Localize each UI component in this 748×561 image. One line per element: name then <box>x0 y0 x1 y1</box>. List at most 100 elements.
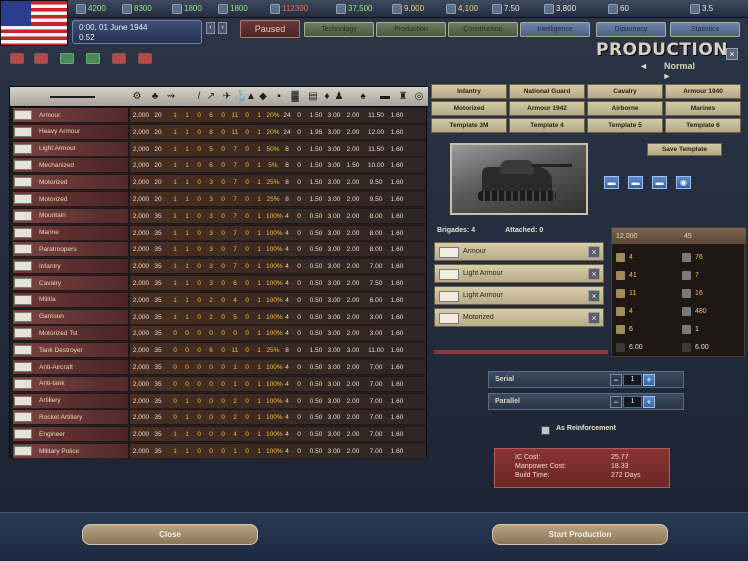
hard-attack-header-icon[interactable]: ↗ <box>206 91 216 103</box>
category-button[interactable]: Template 6 <box>665 118 741 133</box>
table-row[interactable]: Rocket Artillery 2,000 35 0 1 0 0 0 2 0 1 100% 4 0 0.5… <box>10 409 428 427</box>
table-row[interactable]: Engineer 2,000 35 1 1 0 0 0 4 0 1 100% 4 0 0.50 3.00 2.0… <box>10 426 428 443</box>
stat-cell: 35 <box>154 296 162 304</box>
upkeep-header-icon[interactable]: ♠ <box>358 91 368 103</box>
save-template-button[interactable]: Save Template <box>647 143 722 156</box>
time-header-icon[interactable]: ♣ <box>150 91 160 103</box>
next-arrow-icon[interactable]: ► <box>663 71 672 81</box>
category-button[interactable]: Motorized <box>431 101 507 116</box>
brigade-slot[interactable]: Light Armour × <box>434 286 604 305</box>
filter-icon-6[interactable] <box>138 53 152 64</box>
remove-icon[interactable]: × <box>588 312 600 324</box>
close-icon[interactable]: × <box>726 48 738 60</box>
minus-icon[interactable]: ▬ <box>652 176 667 189</box>
brigade-slot[interactable]: Motorized × <box>434 308 604 327</box>
divider <box>434 350 608 354</box>
stat-cell: 0 <box>297 448 301 455</box>
table-row[interactable]: Cavalry 2,000 35 1 1 0 3 0 6 0 1 100% 4 0 0.50 3.00 2.00… <box>10 275 428 292</box>
tab-technology[interactable]: Technology <box>304 22 374 37</box>
info-header-icon[interactable]: ◎ <box>414 91 424 103</box>
brigade-slot[interactable]: Armour × <box>434 242 604 261</box>
remove-icon[interactable]: × <box>588 290 600 302</box>
remove-icon[interactable]: × <box>588 246 600 258</box>
category-button[interactable]: Infantry <box>431 84 507 99</box>
stat-cell: 1 <box>257 330 261 338</box>
table-row[interactable]: Infantry 2,000 35 1 1 0 3 0 7 0 1 100% 4 0 0.50 3.00 2.0… <box>10 258 428 275</box>
table-row[interactable]: Motorized Tst 2,000 35 0 0 0 0 0 0 0 1 100% 4 0 0.50 3.… <box>10 325 428 343</box>
ammo-header-icon[interactable]: ▬ <box>380 91 390 103</box>
filter-icon-2[interactable] <box>34 53 48 64</box>
table-row[interactable]: Heavy Armour 2,000 20 1 1 0 8 0 11 0 1 20% 24 0 1.95 3.… <box>10 124 428 141</box>
country-flag[interactable] <box>0 0 68 46</box>
table-row[interactable]: Garrison 2,000 35 1 1 0 2 0 5 0 1 100% 4 0 0.50 3.00 2.0… <box>10 309 428 326</box>
fuel-header-icon[interactable]: ♦ <box>322 91 332 103</box>
paused-button[interactable]: Paused <box>240 20 300 38</box>
table-row[interactable]: Mountain 2,000 35 1 1 0 3 0 7 0 1 100% 4 0 0.50 3.00 2.0… <box>10 208 428 225</box>
decrease-button[interactable]: − <box>610 374 622 386</box>
category-button[interactable]: Cavalry <box>587 84 663 99</box>
prev-arrow-icon[interactable]: ◄ <box>639 61 648 71</box>
manpower-header-icon[interactable]: ♟ <box>334 91 344 103</box>
minus-icon[interactable]: ▬ <box>628 176 643 189</box>
globe-icon[interactable]: ◉ <box>676 176 691 189</box>
as-reinforcement-checkbox[interactable] <box>541 426 550 435</box>
increase-button[interactable]: + <box>643 374 655 386</box>
speed-down-button[interactable]: ‹ <box>206 22 215 34</box>
production-screen: { "top_bar": { "resources": [ {"label": … <box>0 0 748 561</box>
org-header-icon[interactable]: ♜ <box>398 91 408 103</box>
stat-cell: 0.50 <box>309 431 323 439</box>
table-row[interactable]: Military Police 2,000 35 1 1 0 0 0 1 0 1 100% 4 0 0.50… <box>10 443 428 460</box>
soft-attack-header-icon[interactable]: / <box>194 91 204 103</box>
defense-header-icon[interactable]: ▲ <box>246 91 256 103</box>
unit-type-icon <box>14 177 32 188</box>
supply-header-icon[interactable]: ▤ <box>308 91 318 103</box>
air-attack-header-icon[interactable]: ✈ <box>222 91 232 103</box>
tab-production[interactable]: Production <box>376 22 446 37</box>
decrease-button[interactable]: − <box>610 396 622 408</box>
table-row[interactable]: Motorized 2,000 20 1 1 0 3 0 7 0 1 25% 8 0 1.50 3.00 2.0… <box>10 174 428 191</box>
filter-icon-3[interactable] <box>60 53 74 64</box>
naval-attack-header-icon[interactable]: ⚓ <box>234 91 246 103</box>
category-button[interactable]: Template 4 <box>509 118 585 133</box>
tab-construction[interactable]: Construction <box>448 22 518 37</box>
speed-up-button[interactable]: › <box>218 22 227 34</box>
table-row[interactable]: Tank Destroyer 2,000 35 0 0 0 6 0 11 0 1 25% 8 0 1.50 3… <box>10 342 428 359</box>
category-button[interactable]: Armour 1940 <box>665 84 741 99</box>
tab-statistics[interactable]: Statistics <box>670 22 740 37</box>
table-row[interactable]: Militia 2,000 35 1 1 0 2 0 4 0 1 100% 4 0 0.50 3.00 2.00… <box>10 292 428 309</box>
category-button[interactable]: Template 5 <box>587 118 663 133</box>
table-row[interactable]: Marine 2,000 35 1 1 0 3 0 7 0 1 100% 4 0 0.50 3.00 2.00 8… <box>10 225 428 242</box>
unit-stats: 2,000 35 0 0 0 6 0 11 0 1 25% 8 0 1.50 3.00 3.00 11.00 1.… <box>130 343 426 358</box>
cost-header-icon[interactable]: ⚙ <box>132 91 142 103</box>
increase-button[interactable]: + <box>643 396 655 408</box>
tab-intelligence[interactable]: Intelligence <box>520 22 590 37</box>
category-button[interactable]: Airborne <box>587 101 663 116</box>
table-row[interactable]: Mechanized 2,000 20 1 1 0 6 0 7 0 1 5% 8 0 1.50 3.00 1.5… <box>10 157 428 175</box>
minus-icon[interactable]: ▬ <box>604 176 619 189</box>
category-button[interactable]: Armour 1942 <box>509 101 585 116</box>
filter-icon-4[interactable] <box>86 53 100 64</box>
tab-diplomacy[interactable]: Diplomacy <box>596 22 666 37</box>
category-button[interactable]: National Guard <box>509 84 585 99</box>
softness-header-icon[interactable]: ▪ <box>274 91 284 103</box>
table-row[interactable]: Light Armour 2,000 20 1 1 0 5 0 7 0 1 50% 8 0 1.50 3.00… <box>10 141 428 158</box>
brigade-slot[interactable]: Light Armour × <box>434 264 604 283</box>
category-button[interactable]: Template 3M <box>431 118 507 133</box>
start-production-button[interactable]: Start Production <box>492 524 668 545</box>
category-button[interactable]: Marines <box>665 101 741 116</box>
filter-icon-1[interactable] <box>10 53 24 64</box>
stat-cell: 0 <box>197 397 201 405</box>
stat-cell: 7.00 <box>369 448 383 455</box>
table-row[interactable]: Armour 2,000 20 1 1 0 6 0 11 0 1 20% 24 0 1.50 3.00 2.00… <box>10 107 428 124</box>
table-row[interactable]: Paratroopers 2,000 35 1 1 0 3 0 7 0 1 100% 4 0 0.50 3.0… <box>10 241 428 259</box>
toughness-header-icon[interactable]: ◆ <box>258 91 268 103</box>
filter-icon-5[interactable] <box>112 53 126 64</box>
remove-icon[interactable]: × <box>588 268 600 280</box>
suppression-header-icon[interactable]: ▓ <box>290 91 300 103</box>
close-button[interactable]: Close <box>82 524 258 545</box>
table-row[interactable]: Artillery 2,000 35 0 1 0 0 0 2 0 1 100% 4 0 0.50 3.00 2.… <box>10 393 428 410</box>
table-row[interactable]: Anti-tank 2,000 35 0 0 0 0 0 1 0 1 100% 4 0 0.50 3.00 2.… <box>10 376 428 393</box>
table-row[interactable]: Anti-Aircraft 2,000 35 0 0 0 0 0 1 0 1 100% 4 0 0.50 3.… <box>10 359 428 376</box>
table-row[interactable]: Motorized 2,000 20 1 1 0 3 0 7 0 1 25% 8 0 1.50 3.00 2.0… <box>10 191 428 208</box>
speed-header-icon[interactable]: ⇝ <box>166 91 176 103</box>
